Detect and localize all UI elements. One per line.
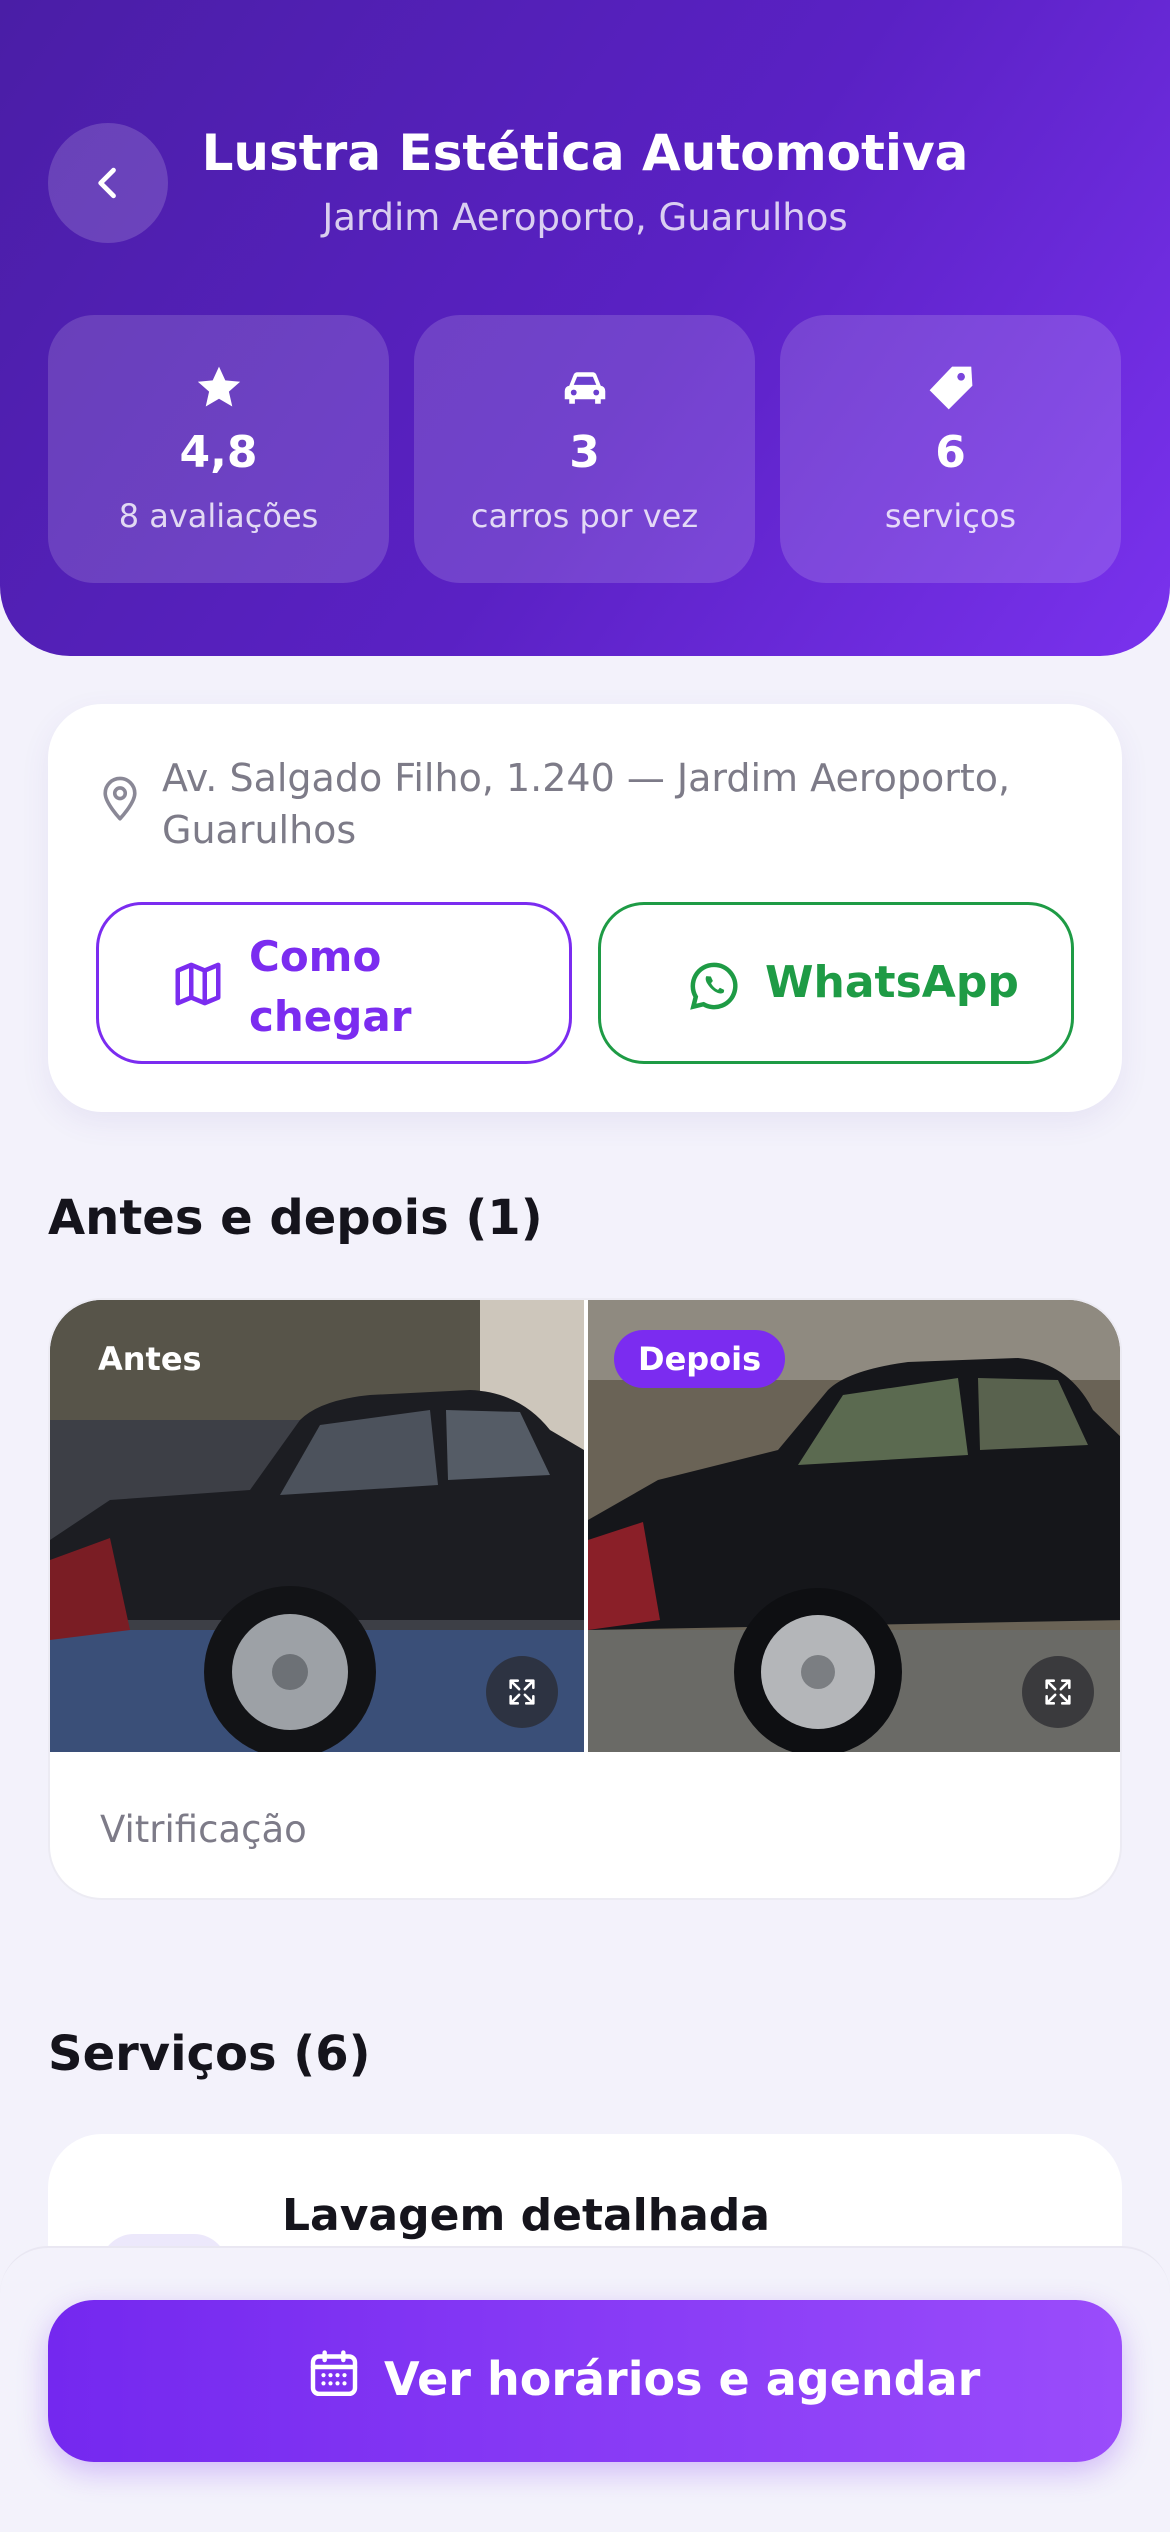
services-title: Serviços (6) (48, 2026, 371, 2082)
map-pin-icon (103, 776, 137, 821)
bottom-action-bar: Ver horários e agendar (0, 2246, 1170, 2532)
whatsapp-icon (690, 962, 738, 1010)
stat-services: 6 serviços (780, 315, 1121, 583)
before-tag: Antes (98, 1340, 202, 1378)
page-title: Lustra Estética Automotiva (201, 124, 969, 182)
expand-after-button[interactable] (1022, 1656, 1094, 1728)
before-after-card[interactable]: Antes Depois Vitrificação (48, 1298, 1122, 1900)
car-icon (564, 372, 605, 404)
stat-capacity: 3 carros por vez (414, 315, 755, 583)
stat-label: carros por vez (470, 497, 699, 535)
address-card: Av. Salgado Filho, 1.240 — Jardim Aeropo… (48, 704, 1122, 1112)
schedule-button[interactable]: Ver horários e agendar (48, 2300, 1122, 2462)
schedule-label: Ver horários e agendar (384, 2352, 981, 2406)
directions-button[interactable]: Como chegar (96, 902, 572, 1064)
tag-icon (929, 366, 972, 410)
after-tag: Depois (614, 1330, 786, 1388)
stat-label: 8 avaliações (118, 497, 319, 535)
map-icon (175, 962, 221, 1006)
star-icon (197, 366, 240, 407)
directions-label: Como chegar (249, 932, 412, 1041)
address-text: Av. Salgado Filho, 1.240 — Jardim Aeropo… (162, 756, 1011, 852)
whatsapp-label: WhatsApp (765, 957, 1019, 1008)
before-after-service-label: Vitrificação (100, 1808, 307, 1851)
stat-rating: 4,8 8 avaliações (48, 315, 389, 583)
stat-value: 6 (935, 427, 966, 478)
expand-before-button[interactable] (486, 1656, 558, 1728)
before-after-title: Antes e depois (1) (48, 1190, 543, 1246)
header: Lustra Estética Automotiva Jardim Aeropo… (0, 0, 1170, 656)
calendar-icon (310, 2350, 358, 2397)
stat-label: serviços (884, 497, 1017, 535)
service-name: Lavagem detalhada (282, 2190, 770, 2241)
stat-value: 3 (569, 427, 600, 478)
expand-icon (509, 1679, 535, 1705)
stat-value: 4,8 (179, 427, 258, 478)
expand-icon (1045, 1679, 1071, 1705)
whatsapp-button[interactable]: WhatsApp (598, 902, 1074, 1064)
page-subtitle: Jardim Aeroporto, Guarulhos (322, 196, 848, 239)
